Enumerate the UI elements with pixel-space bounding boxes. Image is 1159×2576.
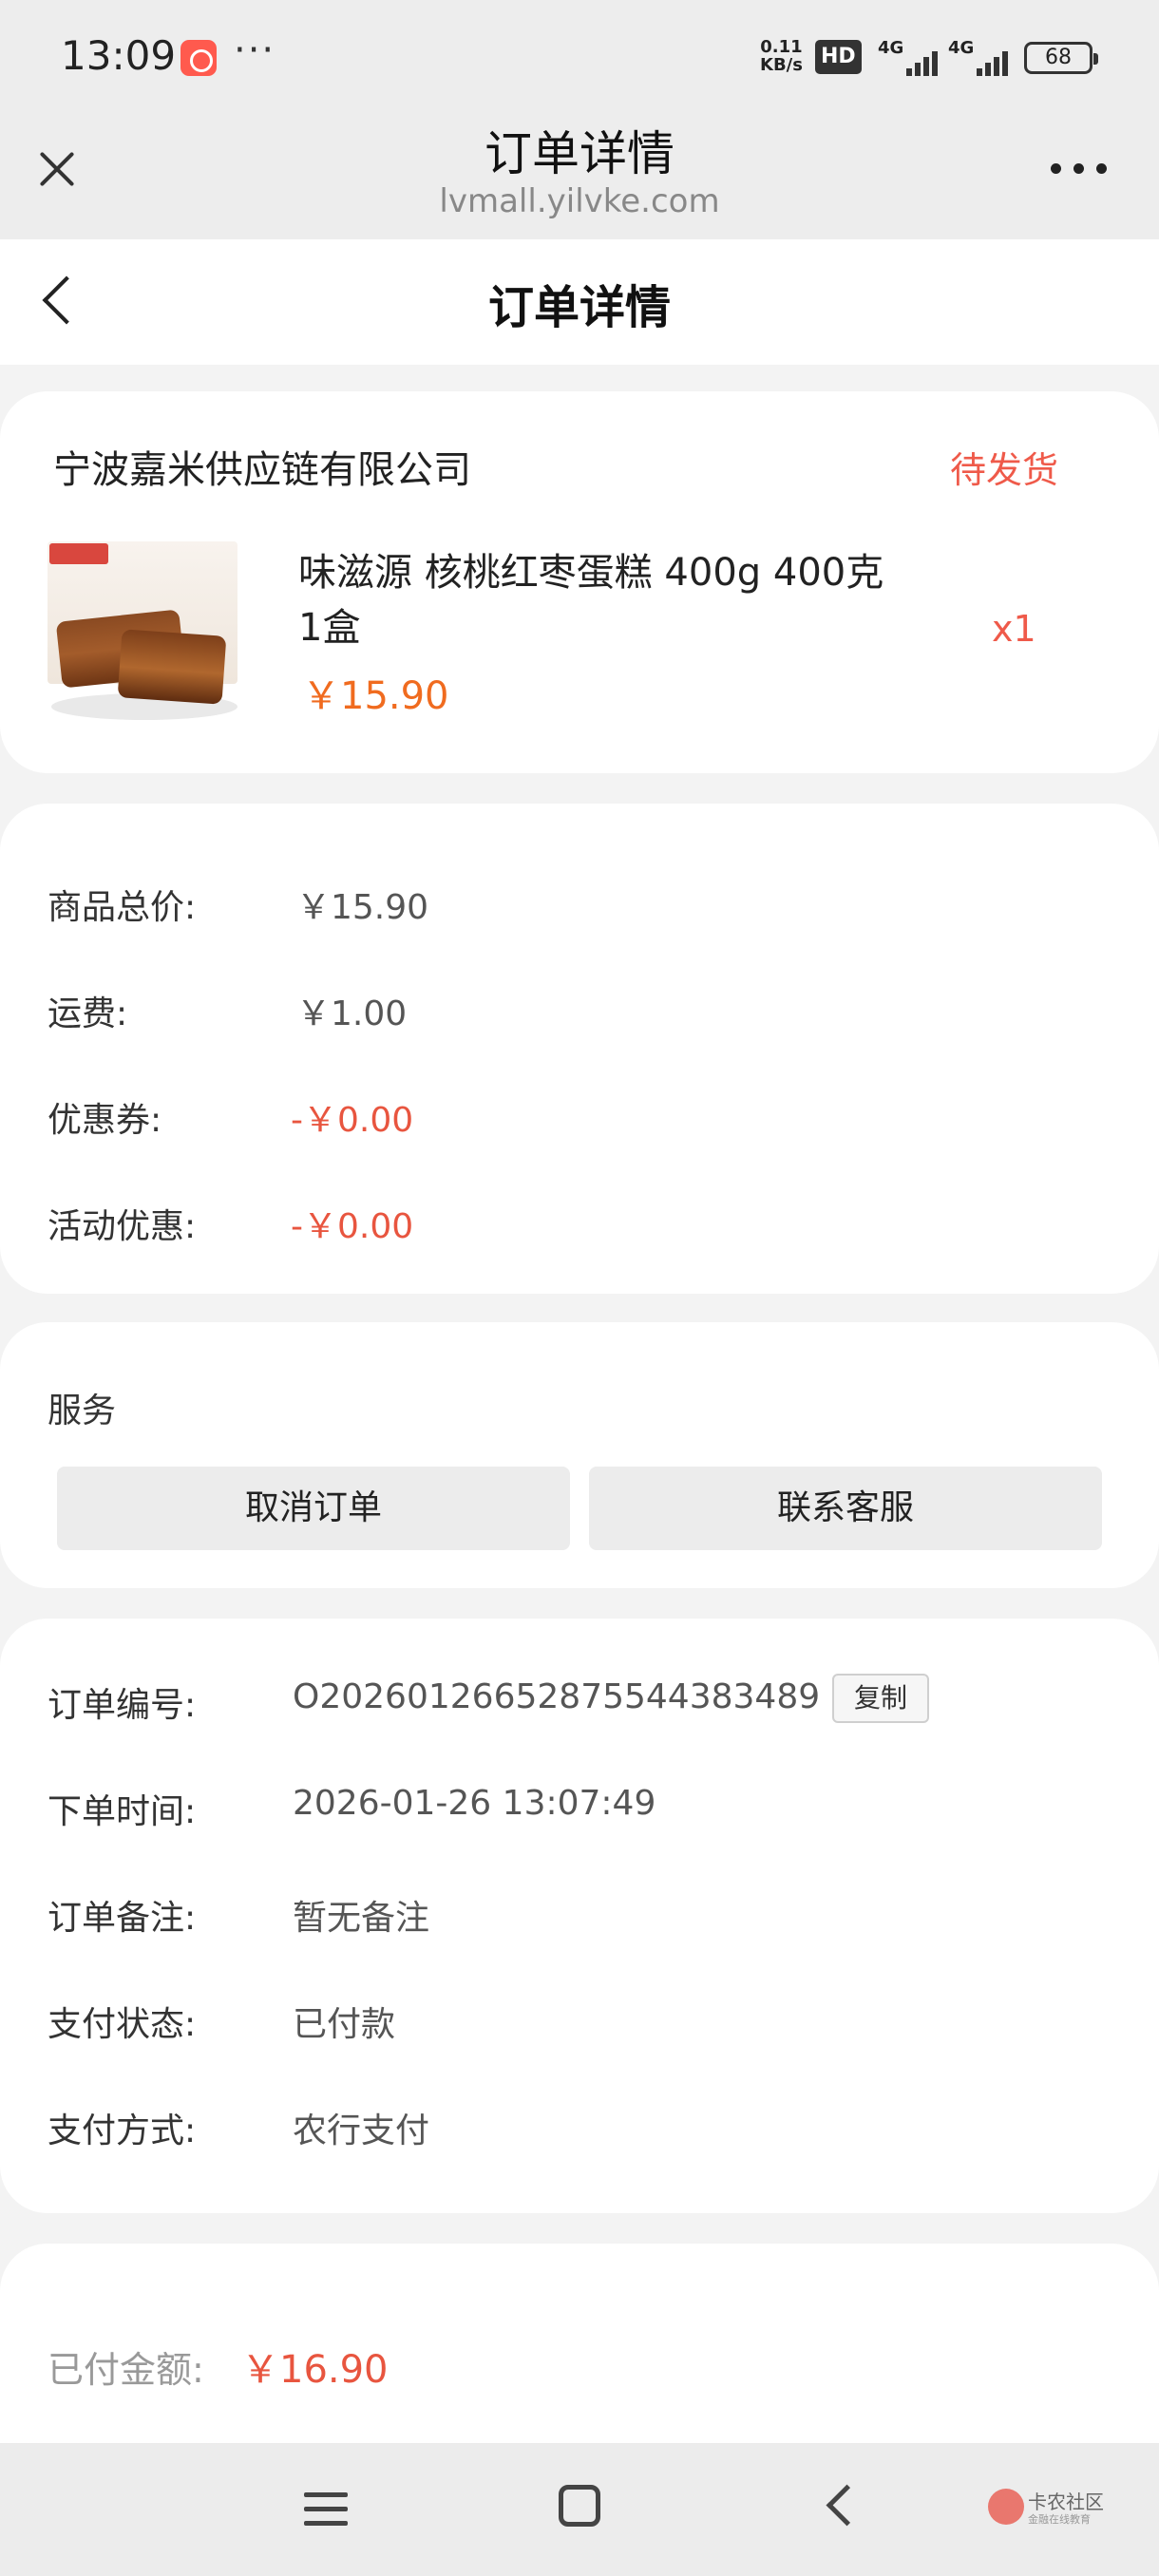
status-time: 13:09 [61,32,177,79]
network-speed-unit: KB/s [760,55,803,75]
watermark-subtext: 金融在线教育 [1028,2513,1091,2526]
paid-amount-label: 已付金额: [48,2349,204,2391]
shop-card: 宁波嘉米供应链有限公司 待发货 味滋源 核桃红枣蛋糕 400g 400克 1盒 … [0,391,1159,773]
contact-support-button[interactable]: 联系客服 [589,1467,1102,1550]
order-time-label: 下单时间: [48,1792,197,1831]
watermark-icon [988,2489,1024,2525]
browser-url: lvmall.yilvke.com [439,182,720,220]
order-remark-value: 暂无备注 [293,1899,430,1938]
page-title: 订单详情 [487,281,671,334]
menu-icon[interactable] [304,2489,348,2530]
product-image[interactable] [44,534,245,729]
copy-button[interactable]: 复制 [832,1674,929,1723]
payment-status-value: 已付款 [293,2005,396,2044]
payment-method-label: 支付方式: [48,2112,197,2150]
signal-icon: 4G [878,38,942,76]
network-speed-value: 0.11 [760,37,803,57]
product-quantity: x1 [992,608,1036,650]
system-back-icon[interactable] [817,2483,864,2530]
browser-title: 订单详情 [484,126,674,181]
promotion-value: -￥0.00 [291,1207,414,1246]
cancel-order-button[interactable]: 取消订单 [57,1467,570,1550]
subtotal-value: ￥15.90 [296,888,429,927]
shipping-value: ￥1.00 [296,994,408,1033]
order-remark-label: 订单备注: [48,1899,197,1938]
subtotal-label: 商品总价: [48,888,197,927]
network-speed: 0.11 KB/s [760,38,803,74]
product-price: ￥15.90 [302,674,449,718]
payment-status-label: 支付状态: [48,2005,197,2044]
more-options-icon[interactable] [1045,152,1112,180]
status-bar: 13:09 ··· 0.11 KB/s HD 4G 4G 68 [0,0,1159,114]
service-heading: 服务 [48,1392,117,1430]
order-number-label: 订单编号: [48,1686,197,1725]
browser-header: 订单详情 lvmall.yilvke.com [0,114,1159,239]
product-title[interactable]: 味滋源 核桃红枣蛋糕 400g 400克 1盒 [298,545,906,655]
price-summary-card: 商品总价: ￥15.90 运费: ￥1.00 优惠券: -￥0.00 活动优惠:… [0,804,1159,1294]
page-nav-bar: 订单详情 [0,239,1159,365]
signal-icon-2: 4G [948,38,1013,76]
payment-method-value: 农行支付 [293,2112,430,2150]
coupon-label: 优惠券: [48,1101,162,1140]
home-icon[interactable] [559,2485,600,2527]
order-info-card: 订单编号: O202601266528755443834​89 复制 下单时间:… [0,1619,1159,2213]
paid-amount-card: 已付金额: ￥16.90 [0,2244,1159,2472]
app-notification-icon [180,40,217,76]
order-number-value: O202601266528755443834​89 [293,1677,821,1716]
page: 13:09 ··· 0.11 KB/s HD 4G 4G 68 订单详情 lvm… [0,0,1159,2576]
network-type-2: 4G [948,38,975,58]
more-notifications-icon: ··· [234,28,276,72]
service-card: 服务 取消订单 联系客服 [0,1322,1159,1588]
order-time-value: 2026-01-26 13:07:49 [293,1784,656,1823]
coupon-value: -￥0.00 [291,1101,414,1140]
battery-icon: 68 [1024,42,1098,74]
watermark-logo: 卡农社区 金融在线教育 [988,2485,1104,2532]
network-type-1: 4G [878,38,904,58]
system-nav-bar: 卡农社区 金融在线教育 [0,2443,1159,2576]
shop-name[interactable]: 宁波嘉米供应链有限公司 [53,439,471,494]
hd-badge: HD [815,40,862,74]
promotion-label: 活动优惠: [48,1207,197,1246]
order-status-badge: 待发货 [950,449,1059,491]
watermark-text: 卡农社区 [1028,2491,1104,2513]
shipping-label: 运费: [48,994,128,1033]
paid-amount-value: ￥16.90 [241,2348,389,2392]
